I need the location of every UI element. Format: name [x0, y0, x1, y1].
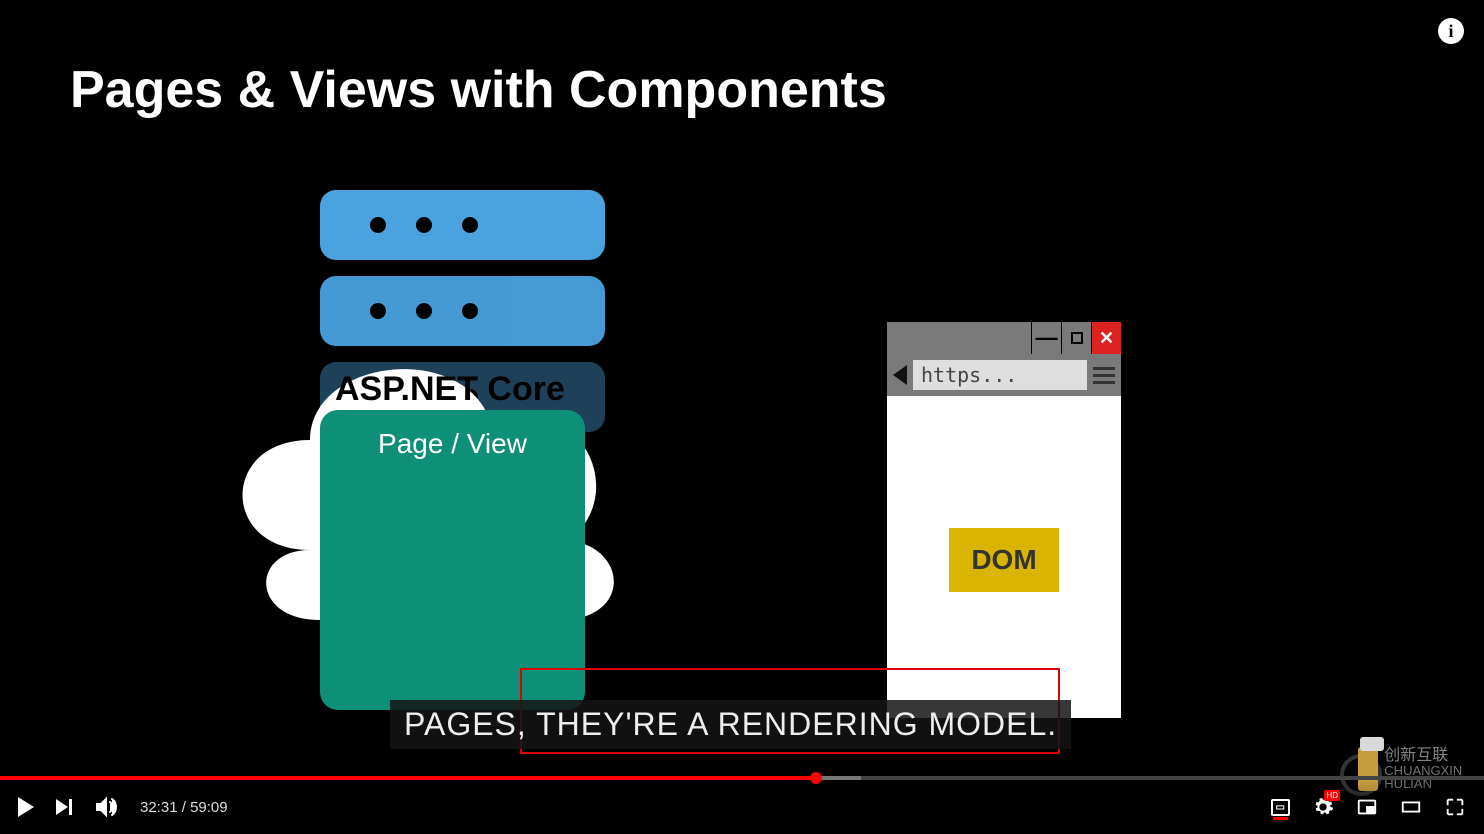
watermark-brand-cn: 创新互联	[1384, 748, 1478, 764]
duration: 59:09	[190, 799, 228, 816]
video-frame[interactable]: i Pages & Views with Components ASP.NET …	[0, 0, 1484, 834]
info-icon[interactable]: i	[1438, 18, 1464, 44]
back-arrow-icon	[893, 365, 907, 385]
cloud-label: ASP.NET Core	[335, 370, 565, 409]
browser-addressbar: https...	[887, 354, 1121, 396]
hamburger-icon	[1093, 367, 1115, 384]
volume-button[interactable]	[94, 795, 118, 819]
miniplayer-button[interactable]	[1356, 796, 1378, 818]
next-button[interactable]	[56, 799, 72, 815]
caption-text: PAGES, THEY'RE A RENDERING MODEL.	[390, 700, 1071, 749]
hd-badge: HD	[1324, 790, 1340, 801]
theater-button[interactable]	[1400, 796, 1422, 818]
url-box: https...	[913, 360, 1087, 390]
player-controls: 32:31 / 59:09 ▭ HD	[0, 780, 1484, 834]
page-view-label: Page / View	[320, 428, 585, 460]
close-icon: ✕	[1091, 322, 1121, 354]
current-time: 32:31	[140, 799, 178, 816]
slide-title: Pages & Views with Components	[70, 60, 887, 120]
fullscreen-button[interactable]	[1444, 796, 1466, 818]
page-view-box: Page / View	[320, 410, 585, 710]
minimize-icon: —	[1031, 322, 1061, 354]
subtitles-button[interactable]: ▭	[1271, 799, 1290, 816]
dom-label: DOM	[949, 528, 1059, 592]
settings-button[interactable]: HD	[1312, 796, 1334, 818]
cc-icon: ▭	[1271, 799, 1290, 816]
time-display: 32:31 / 59:09	[140, 799, 228, 816]
play-button[interactable]	[18, 797, 34, 817]
browser-illustration: — ✕ https... DOM	[885, 320, 1123, 720]
maximize-icon	[1061, 322, 1091, 354]
browser-titlebar: — ✕	[887, 322, 1121, 354]
